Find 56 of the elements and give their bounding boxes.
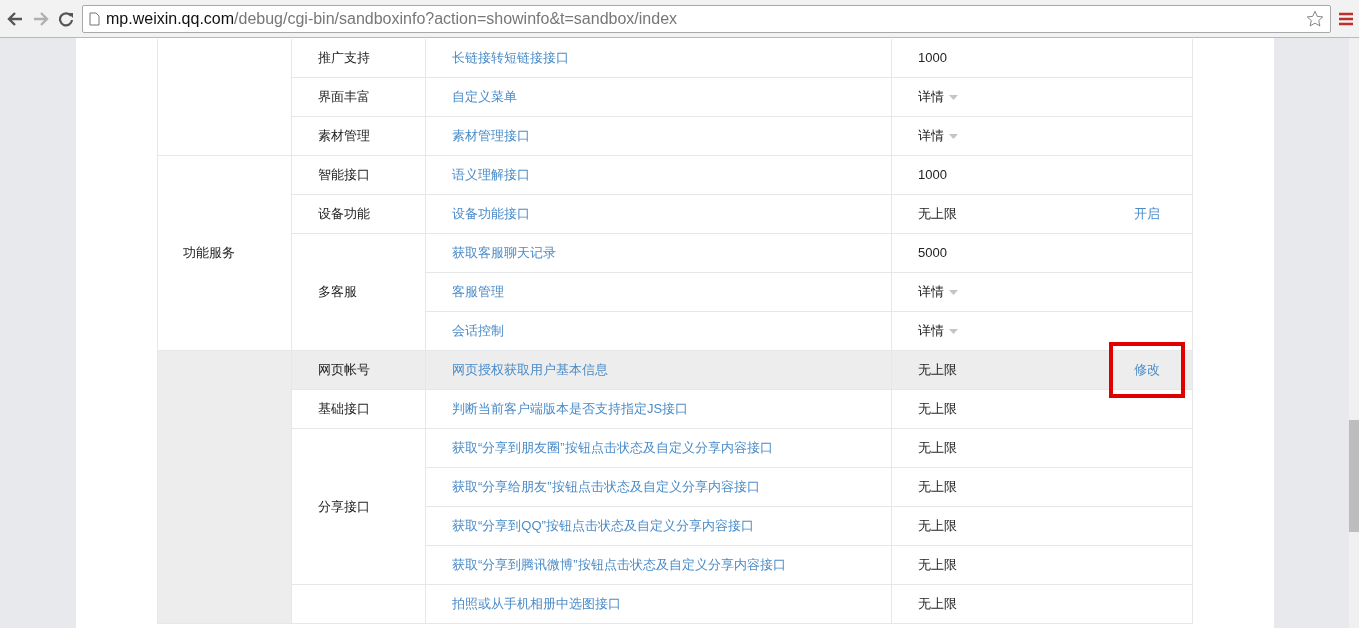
- limit-value: 1000: [918, 49, 947, 68]
- page-icon: [89, 11, 100, 26]
- api-link[interactable]: 拍照或从手机相册中选图接口: [452, 594, 621, 614]
- url-text: mp.weixin.qq.com/debug/cgi-bin/sandboxinfo?action=showinfo&t=sandbox/index: [106, 8, 679, 29]
- reload-icon[interactable]: [58, 10, 74, 27]
- api-link[interactable]: 自定义菜单: [452, 87, 517, 107]
- limit-value: 1000: [918, 166, 947, 185]
- api-link[interactable]: 素材管理接口: [452, 126, 530, 146]
- api-link[interactable]: 会话控制: [452, 321, 504, 341]
- caret-icon: [949, 289, 958, 295]
- caret-icon: [949, 94, 958, 100]
- action-link[interactable]: 修改: [1133, 360, 1160, 380]
- api-link[interactable]: 网页授权获取用户基本信息: [452, 360, 608, 380]
- api-link[interactable]: 获取“分享到腾讯微博”按钮点击状态及自定义分享内容接口: [452, 555, 786, 575]
- subcategory-label: 分享接口: [318, 497, 370, 516]
- limit-value: 无上限: [918, 517, 957, 536]
- api-link[interactable]: 获取“分享给朋友”按钮点击状态及自定义分享内容接口: [452, 477, 760, 497]
- limit-value: 无上限: [918, 478, 957, 497]
- limit-value: 无上限: [918, 556, 957, 575]
- subcategory-label: 设备功能: [318, 205, 370, 224]
- back-icon[interactable]: [6, 10, 24, 27]
- api-link[interactable]: 设备功能接口: [452, 204, 530, 224]
- api-link[interactable]: 获取“分享到QQ”按钮点击状态及自定义分享内容接口: [452, 516, 754, 536]
- details-dropdown[interactable]: 详情: [918, 126, 958, 146]
- subcategory-label: 智能接口: [318, 166, 370, 185]
- limit-value: 无上限: [918, 400, 957, 419]
- category-label: 功能服务: [183, 244, 235, 263]
- forward-icon[interactable]: [32, 10, 50, 27]
- api-link[interactable]: 语义理解接口: [452, 165, 530, 185]
- api-link[interactable]: 判断当前客户端版本是否支持指定JS接口: [452, 399, 689, 419]
- limit-value: 5000: [918, 244, 947, 263]
- scrollbar-thumb[interactable]: [1349, 420, 1359, 532]
- limit-value: 无上限: [918, 205, 957, 224]
- subcategory-label: 素材管理: [318, 127, 370, 146]
- limit-value: 无上限: [918, 439, 957, 458]
- star-icon[interactable]: [1306, 9, 1324, 28]
- action-link[interactable]: 开启: [1133, 204, 1160, 224]
- details-dropdown[interactable]: 详情: [918, 282, 958, 302]
- subcategory-label: 界面丰富: [318, 88, 370, 107]
- subcategory-label: 网页帐号: [318, 361, 370, 380]
- api-link[interactable]: 客服管理: [452, 282, 504, 302]
- subcategory-label: 多客服: [318, 283, 357, 302]
- url-field[interactable]: mp.weixin.qq.com/debug/cgi-bin/sandboxinfo?action=showinfo&t=sandbox/index: [82, 4, 1331, 33]
- api-link[interactable]: 获取“分享到朋友圈”按钮点击状态及自定义分享内容接口: [452, 438, 773, 458]
- limit-value: 无上限: [918, 595, 957, 614]
- details-dropdown[interactable]: 详情: [918, 321, 958, 341]
- menu-icon[interactable]: [1339, 11, 1353, 26]
- details-dropdown[interactable]: 详情: [918, 87, 958, 107]
- subcategory-label: 推广支持: [318, 49, 370, 68]
- scrollbar[interactable]: [1349, 38, 1359, 628]
- caret-icon: [949, 133, 958, 139]
- subcategory-label: 基础接口: [318, 400, 370, 419]
- api-link[interactable]: 长链接转短链接接口: [452, 48, 569, 68]
- api-link[interactable]: 获取客服聊天记录: [452, 243, 556, 263]
- caret-icon: [949, 328, 958, 334]
- limit-value: 无上限: [918, 361, 957, 380]
